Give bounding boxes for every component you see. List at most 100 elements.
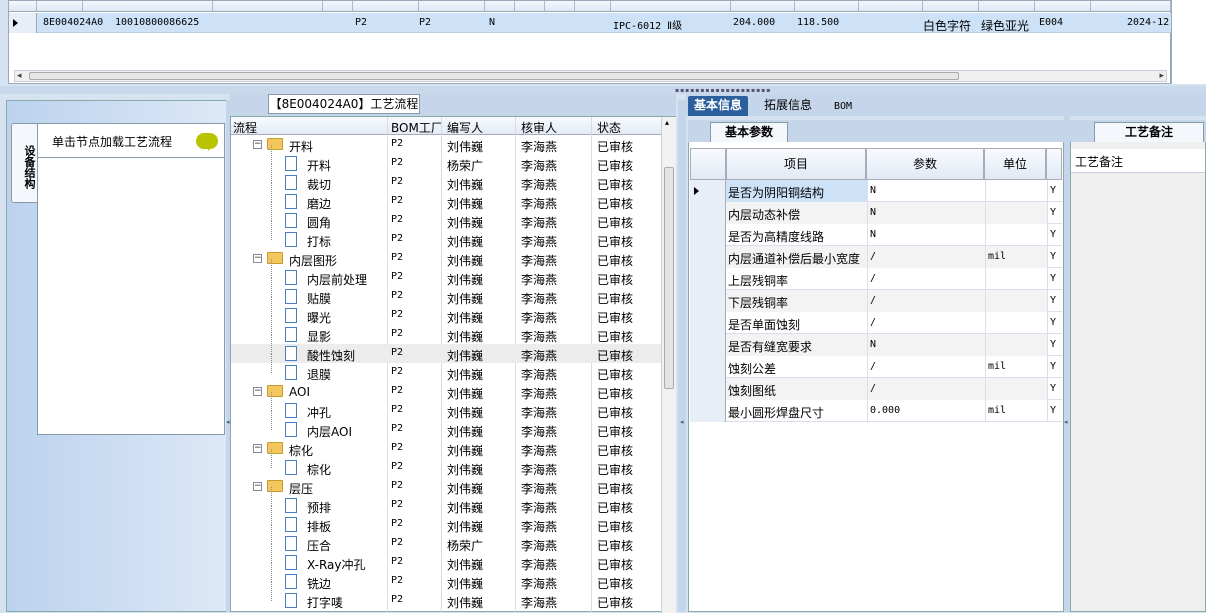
tab-device-structure[interactable]: 设备结构 [11, 123, 37, 203]
collapse-icon[interactable]: − [253, 482, 262, 491]
remark-title[interactable]: 工艺备注 [1094, 122, 1204, 142]
param-value[interactable]: 0.000 [868, 400, 986, 422]
tree-step-row[interactable]: 曝光 P2 刘伟巍 李海燕 已审核 [231, 297, 661, 325]
tree-step-row[interactable]: 冲孔 P2 刘伟巍 李海燕 已审核 [231, 392, 661, 420]
tree-step-row[interactable]: 内层AOI P2 刘伟巍 李海燕 已审核 [231, 411, 661, 439]
tree-step-row[interactable]: 棕化 P2 刘伟巍 李海燕 已审核 [231, 449, 661, 477]
header-bom-factory[interactable]: BOM工厂 [391, 119, 443, 136]
param-unit[interactable]: mil [986, 400, 1048, 422]
tree-step-row[interactable]: 贴膜 P2 刘伟巍 李海燕 已审核 [231, 278, 661, 306]
tab-basic-info[interactable]: 基本信息 [688, 96, 749, 116]
param-value[interactable]: / [868, 378, 986, 400]
param-row[interactable]: 蚀刻公差 / mil Y [690, 356, 1062, 378]
cell-status: 已审核 [597, 349, 634, 363]
param-row[interactable]: 内层通道补偿后最小宽度 / mil Y [690, 246, 1062, 268]
header-status[interactable]: 状态 [597, 119, 621, 136]
param-value[interactable]: / [868, 290, 986, 312]
tree-group-row[interactable]: − 开料 P2 刘伟巍 李海燕 已审核 [231, 135, 661, 154]
tree-step-row[interactable]: 排板 P2 刘伟巍 李海燕 已审核 [231, 506, 661, 534]
basic-params-title[interactable]: 基本参数 [710, 122, 788, 142]
param-row[interactable]: 是否为高精度线路 N Y [690, 224, 1062, 246]
scroll-right-icon[interactable]: ▸ [1159, 71, 1164, 81]
param-unit[interactable] [986, 334, 1048, 356]
collapse-icon[interactable]: − [253, 140, 262, 149]
param-row[interactable]: 是否单面蚀刻 / Y [690, 312, 1062, 334]
param-value[interactable]: / [868, 268, 986, 290]
tree-group-row[interactable]: − AOI P2 刘伟巍 李海燕 已审核 [231, 382, 661, 401]
tree-step-row[interactable]: 圆角 P2 刘伟巍 李海燕 已审核 [231, 202, 661, 230]
top-grid-row[interactable]: 8E004024A0 10010800086625 P2 P2 N IPC-60… [9, 13, 1172, 33]
header-param[interactable]: 参数 [866, 148, 984, 180]
tree-step-row[interactable]: 打字唛 P2 刘伟巍 李海燕 已审核 [231, 582, 661, 610]
load-area[interactable] [37, 157, 225, 435]
tree-step-row[interactable]: 裁切 P2 刘伟巍 李海燕 已审核 [231, 164, 661, 192]
header-flow[interactable]: 流程 [233, 119, 257, 136]
header-reviewer[interactable]: 核审人 [521, 119, 557, 136]
tree-step-row[interactable]: 打标 P2 刘伟巍 李海燕 已审核 [231, 221, 661, 249]
tree-step-row[interactable]: 压合 P2 杨荣广 李海燕 已审核 [231, 525, 661, 553]
param-value[interactable]: N [868, 224, 986, 246]
tab-extended-info[interactable]: 拓展信息 [758, 96, 818, 116]
param-value[interactable]: / [868, 356, 986, 378]
header-writer[interactable]: 编写人 [447, 119, 483, 136]
param-row[interactable]: 上层残铜率 / Y [690, 268, 1062, 290]
cell-writer: 刘伟巍 [447, 273, 484, 287]
tree-step-row[interactable]: 磨边 P2 刘伟巍 李海燕 已审核 [231, 183, 661, 211]
param-unit[interactable] [986, 290, 1048, 312]
param-unit[interactable]: mil [986, 356, 1048, 378]
tree-group-row[interactable]: − 内层图形 P2 刘伟巍 李海燕 已审核 [231, 249, 661, 268]
param-unit[interactable] [986, 312, 1048, 334]
tree-step-row[interactable]: 酸性蚀刻 P2 刘伟巍 李海燕 已审核 [231, 335, 661, 363]
param-unit[interactable] [986, 180, 1048, 202]
tree-group-row[interactable]: − 棕化 P2 刘伟巍 李海燕 已审核 [231, 439, 661, 458]
collapse-icon[interactable]: − [253, 387, 262, 396]
param-unit[interactable] [986, 268, 1048, 290]
tree-step-row[interactable]: 显影 P2 刘伟巍 李海燕 已审核 [231, 316, 661, 344]
scroll-thumb[interactable] [29, 72, 959, 80]
param-row[interactable]: 内层动态补偿 N Y [690, 202, 1062, 224]
flow-vertical-scrollbar[interactable]: ▴ [661, 117, 676, 613]
param-value[interactable]: N [868, 202, 986, 224]
tree-step-row[interactable]: 预排 P2 刘伟巍 李海燕 已审核 [231, 487, 661, 515]
param-row[interactable]: 是否有缝宽要求 N Y [690, 334, 1062, 356]
tree-step-row[interactable]: 退膜 P2 刘伟巍 李海燕 已审核 [231, 354, 661, 382]
row-indicator [690, 202, 726, 224]
collapse-icon[interactable]: − [253, 444, 262, 453]
param-row[interactable]: 下层残铜率 / Y [690, 290, 1062, 312]
tree-node-label: 裁切 [307, 178, 332, 192]
scroll-up-icon[interactable]: ▴ [665, 118, 669, 127]
tab-bom[interactable]: BOM [828, 98, 858, 118]
param-unit[interactable] [986, 202, 1048, 224]
tree-step-row[interactable]: 开料 P2 杨荣广 李海燕 已审核 [231, 145, 661, 173]
param-row[interactable]: 最小圆形焊盘尺寸 0.000 mil Y [690, 400, 1062, 422]
collapse-icon[interactable]: − [253, 254, 262, 263]
tree-step-row[interactable]: 铣边 P2 刘伟巍 李海燕 已审核 [231, 563, 661, 591]
param-value[interactable]: / [868, 246, 986, 268]
scroll-thumb[interactable] [664, 167, 674, 389]
tree-step-row[interactable]: 内层前处理 P2 刘伟巍 李海燕 已审核 [231, 259, 661, 287]
param-item: 是否有缝宽要求 [726, 334, 868, 356]
scroll-left-icon[interactable]: ◂ [17, 71, 22, 81]
param-unit[interactable]: mil [986, 246, 1048, 268]
param-flag: Y [1050, 207, 1057, 218]
tree-group-row[interactable]: − 层压 P2 刘伟巍 李海燕 已审核 [231, 477, 661, 496]
document-icon [285, 289, 297, 304]
document-icon [285, 346, 297, 361]
header-unit[interactable]: 单位 [984, 148, 1046, 180]
param-row[interactable]: 蚀刻图纸 / Y [690, 378, 1062, 400]
param-unit[interactable] [986, 224, 1048, 246]
param-flag: Y [1050, 405, 1057, 416]
horizontal-splitter[interactable]: ▪▪▪▪▪▪▪▪▪▪▪▪▪▪▪▪▪▪▪ [0, 86, 1206, 94]
cell-bom-factory: P2 [391, 442, 404, 453]
top-horizontal-scrollbar[interactable]: ◂ ▸ [14, 70, 1167, 82]
tree-node-label: 打字唛 [307, 596, 344, 610]
param-value[interactable]: N [868, 334, 986, 356]
header-item[interactable]: 项目 [726, 148, 866, 180]
tree-step-row[interactable]: X-Ray冲孔 P2 刘伟巍 李海燕 已审核 [231, 544, 661, 572]
middle-splitter[interactable]: ◂ [678, 100, 686, 612]
param-unit[interactable] [986, 378, 1048, 400]
param-value[interactable]: N [868, 180, 986, 202]
param-row[interactable]: 是否为阴阳铜结构 N Y [690, 180, 1062, 202]
cell-status: 已审核 [597, 406, 634, 420]
param-value[interactable]: / [868, 312, 986, 334]
